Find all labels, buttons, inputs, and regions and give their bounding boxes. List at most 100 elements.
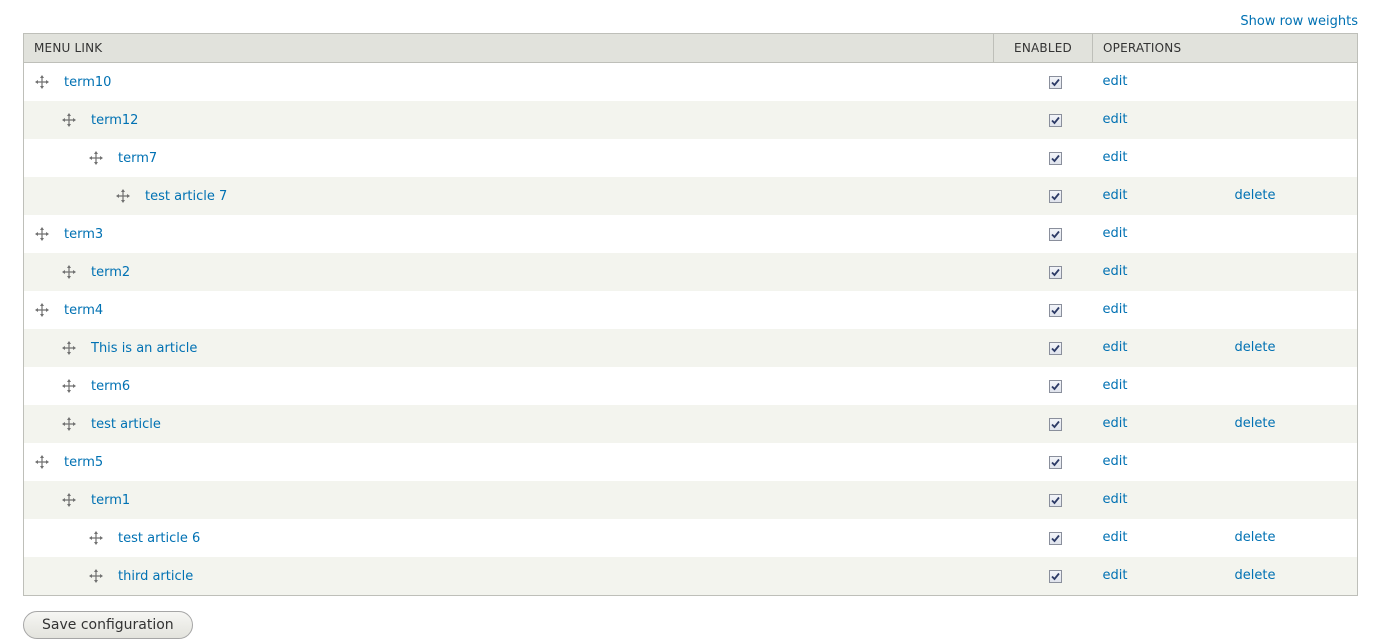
enabled-cell <box>994 177 1093 215</box>
delete-link[interactable]: delete <box>1235 340 1276 355</box>
table-row: term3 edit <box>23 215 1358 253</box>
operations-cell: edit <box>1093 253 1358 291</box>
enabled-checkbox[interactable] <box>1048 493 1062 507</box>
drag-handle-icon[interactable] <box>89 151 103 165</box>
indentation <box>24 538 51 539</box>
menu-link-title[interactable]: test article 6 <box>118 531 200 546</box>
save-configuration-button[interactable]: Save configuration <box>23 611 193 639</box>
drag-handle-icon[interactable] <box>35 75 49 89</box>
table-row: term1 edit <box>23 481 1358 519</box>
header-enabled: ENABLED <box>993 33 1093 63</box>
menu-link-title[interactable]: term1 <box>91 493 130 508</box>
drag-handle-icon[interactable] <box>62 379 76 393</box>
indentation <box>51 158 78 159</box>
edit-link[interactable]: edit <box>1103 530 1128 545</box>
table-row: term5 edit <box>23 443 1358 481</box>
table-row: term2 edit <box>23 253 1358 291</box>
menu-link-title[interactable]: third article <box>118 569 193 584</box>
menu-link-title[interactable]: term2 <box>91 265 130 280</box>
drag-handle-icon[interactable] <box>35 227 49 241</box>
enabled-checkbox[interactable] <box>1048 227 1062 241</box>
enabled-checkbox[interactable] <box>1048 75 1062 89</box>
enabled-cell <box>994 291 1093 329</box>
enabled-checkbox[interactable] <box>1048 531 1062 545</box>
drag-handle-icon[interactable] <box>62 493 76 507</box>
indentation <box>24 386 51 387</box>
drag-handle-icon[interactable] <box>35 303 49 317</box>
enabled-checkbox[interactable] <box>1048 303 1062 317</box>
drag-handle-icon[interactable] <box>62 265 76 279</box>
delete-link[interactable]: delete <box>1235 568 1276 583</box>
edit-link[interactable]: edit <box>1103 568 1128 583</box>
drag-handle-icon[interactable] <box>116 189 130 203</box>
edit-link[interactable]: edit <box>1103 74 1128 89</box>
delete-link[interactable]: delete <box>1235 188 1276 203</box>
enabled-cell <box>994 253 1093 291</box>
enabled-checkbox[interactable] <box>1048 341 1062 355</box>
drag-handle-icon[interactable] <box>62 113 76 127</box>
menu-link-title[interactable]: term12 <box>91 113 138 128</box>
menu-link-cell: This is an article <box>24 329 994 367</box>
edit-link[interactable]: edit <box>1103 112 1128 127</box>
table-row: term4 edit <box>23 291 1358 329</box>
edit-link[interactable]: edit <box>1103 454 1128 469</box>
enabled-checkbox[interactable] <box>1048 569 1062 583</box>
edit-link[interactable]: edit <box>1103 492 1128 507</box>
menu-link-title[interactable]: term3 <box>64 227 103 242</box>
enabled-cell <box>994 443 1093 481</box>
edit-link[interactable]: edit <box>1103 264 1128 279</box>
show-row-weights-link[interactable]: Show row weights <box>1240 14 1358 29</box>
edit-link[interactable]: edit <box>1103 416 1128 431</box>
header-operations: OPERATIONS <box>1092 33 1358 63</box>
menu-link-title[interactable]: term7 <box>118 151 157 166</box>
drag-handle-icon[interactable] <box>35 455 49 469</box>
indentation <box>24 158 51 159</box>
menu-link-cell: term10 <box>24 63 994 102</box>
menu-link-title[interactable]: term10 <box>64 75 111 90</box>
menu-link-cell: test article 7 <box>24 177 994 215</box>
edit-link[interactable]: edit <box>1103 150 1128 165</box>
drag-handle-icon[interactable] <box>89 569 103 583</box>
menu-link-cell: term6 <box>24 367 994 405</box>
enabled-checkbox[interactable] <box>1048 455 1062 469</box>
indentation <box>24 348 51 349</box>
indentation <box>51 576 78 577</box>
menu-link-title[interactable]: term5 <box>64 455 103 470</box>
drag-handle-icon[interactable] <box>62 417 76 431</box>
menu-link-title[interactable]: test article 7 <box>145 189 227 204</box>
table-row: third article edit delete <box>23 557 1358 596</box>
menu-links-table: MENU LINK ENABLED OPERATIONS term10 edit t… <box>23 33 1358 596</box>
delete-link[interactable]: delete <box>1235 416 1276 431</box>
menu-link-title[interactable]: This is an article <box>91 341 197 356</box>
enabled-checkbox[interactable] <box>1048 113 1062 127</box>
indentation <box>51 538 78 539</box>
delete-link[interactable]: delete <box>1235 530 1276 545</box>
operations-cell: edit <box>1093 443 1358 481</box>
enabled-checkbox[interactable] <box>1048 417 1062 431</box>
operations-cell: edit <box>1093 481 1358 519</box>
enabled-checkbox[interactable] <box>1048 379 1062 393</box>
enabled-cell <box>994 101 1093 139</box>
drag-handle-icon[interactable] <box>62 341 76 355</box>
enabled-cell <box>994 405 1093 443</box>
edit-link[interactable]: edit <box>1103 302 1128 317</box>
menu-link-cell: term3 <box>24 215 994 253</box>
table-row: term12 edit <box>23 101 1358 139</box>
enabled-cell <box>994 519 1093 557</box>
enabled-checkbox[interactable] <box>1048 265 1062 279</box>
enabled-cell <box>994 329 1093 367</box>
enabled-cell <box>994 481 1093 519</box>
menu-link-cell: term1 <box>24 481 994 519</box>
menu-link-cell: test article <box>24 405 994 443</box>
edit-link[interactable]: edit <box>1103 188 1128 203</box>
edit-link[interactable]: edit <box>1103 226 1128 241</box>
operations-cell: edit delete <box>1093 519 1358 557</box>
menu-link-title[interactable]: term4 <box>64 303 103 318</box>
edit-link[interactable]: edit <box>1103 378 1128 393</box>
enabled-checkbox[interactable] <box>1048 189 1062 203</box>
menu-link-title[interactable]: term6 <box>91 379 130 394</box>
menu-link-title[interactable]: test article <box>91 417 161 432</box>
drag-handle-icon[interactable] <box>89 531 103 545</box>
enabled-checkbox[interactable] <box>1048 151 1062 165</box>
edit-link[interactable]: edit <box>1103 340 1128 355</box>
